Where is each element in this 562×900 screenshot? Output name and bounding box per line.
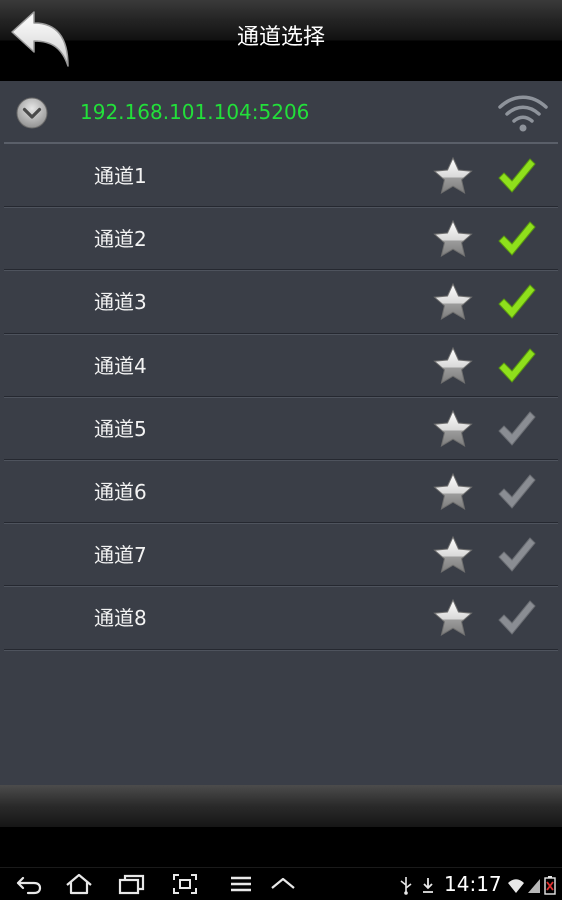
channel-label: 通道5 [94,416,147,441]
channel-list: 通道1 通道2 通道3 通道4 通道5 通道6 通道7 通道8 [0,144,562,651]
star-icon[interactable] [432,282,474,322]
channel-row[interactable]: 通道6 [0,460,562,525]
bottom-spacer [0,827,562,867]
channel-label: 通道4 [94,353,147,378]
bottom-toolbar [0,785,562,827]
star-icon[interactable] [432,409,474,449]
channel-row[interactable]: 通道8 [0,586,562,651]
row-divider-highlight [4,649,558,651]
channel-row[interactable]: 通道7 [0,523,562,588]
checkmark-off-icon[interactable] [496,472,538,512]
device-header[interactable]: 192.168.101.104:5206 [0,81,562,143]
star-icon[interactable] [432,156,474,196]
wifi-status-icon [508,879,524,893]
checkmark-on-icon[interactable] [496,156,538,196]
checkmark-off-icon[interactable] [496,598,538,638]
star-icon[interactable] [432,535,474,575]
hide-keyboard-icon[interactable] [268,872,298,896]
channel-label: 通道3 [94,290,147,315]
channel-row[interactable]: 通道1 [0,144,562,209]
home-icon[interactable] [64,872,94,896]
checkmark-on-icon[interactable] [496,346,538,386]
channel-label: 通道6 [94,479,147,504]
star-icon[interactable] [432,219,474,259]
channel-row[interactable]: 通道5 [0,397,562,461]
recent-apps-icon[interactable] [116,872,146,896]
wifi-icon [498,95,548,132]
star-icon[interactable] [432,346,474,386]
channel-label: 通道2 [94,227,147,252]
star-icon[interactable] [432,598,474,638]
chevron-down-icon[interactable] [16,97,48,129]
back-icon[interactable] [14,872,44,896]
system-bar: 14:17 [0,867,562,900]
channel-label: 通道7 [94,543,147,568]
checkmark-on-icon[interactable] [496,219,538,259]
checkmark-on-icon[interactable] [496,282,538,322]
usb-icon [400,877,412,895]
clock: 14:17 [444,872,502,896]
checkmark-off-icon[interactable] [496,535,538,575]
channel-row[interactable]: 通道4 [0,334,562,398]
checkmark-off-icon[interactable] [496,409,538,449]
page-title: 通道选择 [236,25,325,50]
menu-icon[interactable] [226,872,256,896]
title-bar: 通道选择 [0,0,562,81]
battery-icon [544,876,556,895]
channel-label: 通道1 [94,164,147,188]
screenshot-icon[interactable] [170,872,200,896]
download-icon [423,878,433,893]
app-screen: 通道选择 192.168.101.104:5206 通道1 通道2 通道3 通道4 [0,0,562,900]
signal-icon [528,879,540,893]
channel-row[interactable]: 通道3 [0,270,562,335]
star-icon[interactable] [432,472,474,512]
device-address: 192.168.101.104:5206 [80,100,310,124]
channel-row[interactable]: 通道2 [0,207,562,272]
channel-label: 通道8 [94,606,147,631]
